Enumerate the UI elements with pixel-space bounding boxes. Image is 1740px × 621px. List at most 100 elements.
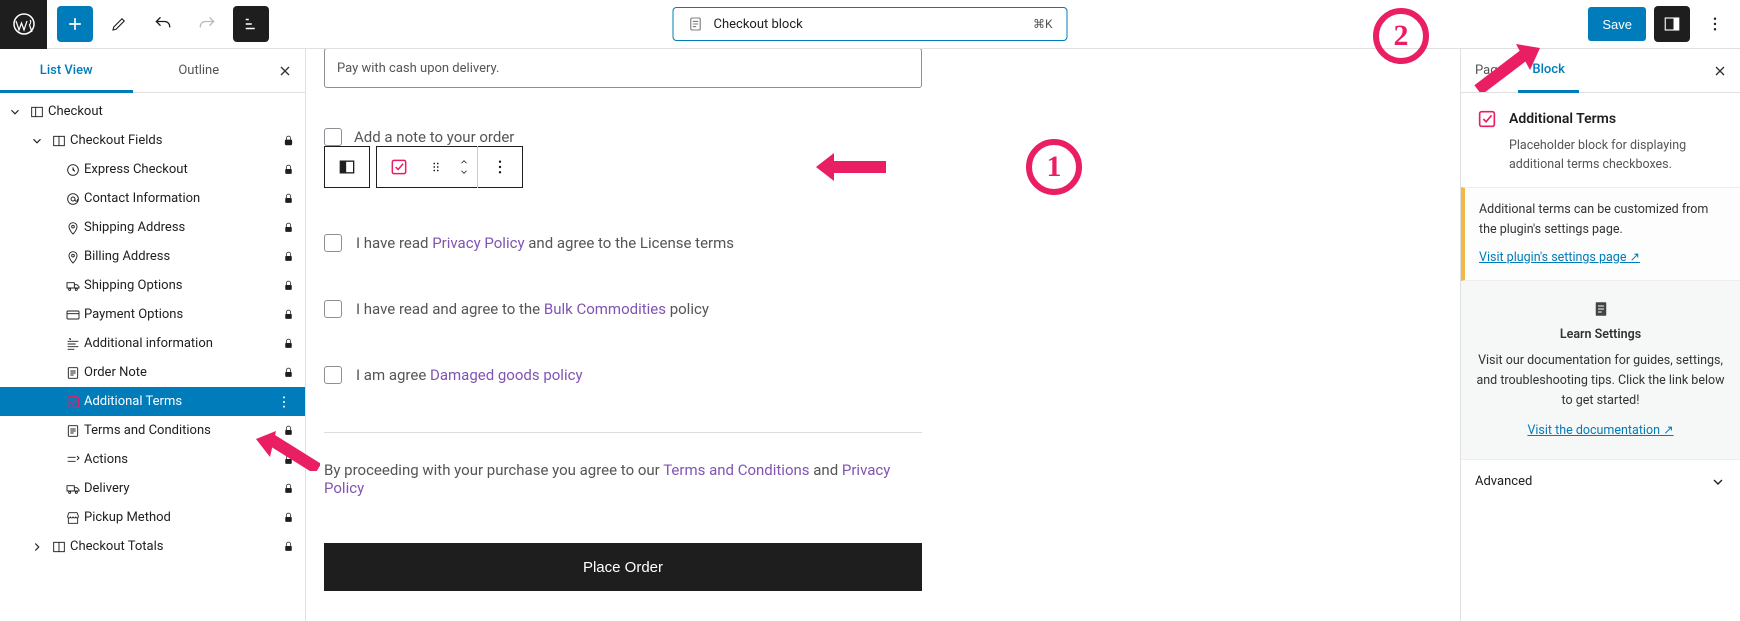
list-view-toggle[interactable] [233,6,269,42]
tab-page[interactable]: Page [1461,49,1518,93]
lock-icon [282,163,295,176]
wp-logo[interactable] [0,0,47,49]
lock-icon [282,511,295,524]
tree-item[interactable]: Shipping Options [0,271,305,300]
tab-block[interactable]: Block [1518,49,1578,93]
tree-item-additional-terms[interactable]: Additional Terms [0,387,305,416]
lock-icon [282,134,295,147]
tree-item[interactable]: Express Checkout [0,155,305,184]
document-title-bar[interactable]: Checkout block ⌘K [673,7,1068,41]
clock-icon [62,162,84,178]
tree-item[interactable]: Billing Address [0,242,305,271]
learn-link[interactable]: Visit the documentation ↗ [1527,423,1673,438]
move-buttons[interactable] [451,146,477,188]
annotation-arrow-1 [816,149,886,185]
tab-list-view[interactable]: List View [0,49,133,93]
close-list-view[interactable] [265,63,305,79]
block-type-icon[interactable] [377,146,421,188]
annotation-circle-1: 1 [1026,139,1082,195]
order-note-row[interactable]: Add a note to your order [324,128,1442,146]
tree-label: Terms and Conditions [84,423,282,438]
term-checkbox[interactable] [324,234,342,252]
tree-item[interactable]: Pickup Method [0,503,305,532]
term-checkbox[interactable] [324,366,342,384]
at-icon [62,191,84,207]
tree-item[interactable]: Order Note [0,358,305,387]
more-options-button[interactable] [1698,7,1732,41]
settings-panel-toggle[interactable] [1654,6,1690,42]
tree-label: Checkout Totals [70,539,282,554]
tree-item[interactable]: Payment Options [0,300,305,329]
block-toolbar [324,146,523,188]
tree-label: Billing Address [84,249,282,264]
chevron-down-icon [1710,474,1726,490]
tab-outline[interactable]: Outline [133,49,266,93]
note-icon [62,423,84,439]
term-link[interactable]: Bulk Commodities [544,300,666,318]
payment-description-input[interactable]: Pay with cash upon delivery. [324,49,922,88]
lock-icon [282,453,295,466]
close-settings[interactable] [1700,63,1740,79]
add-block-button[interactable] [57,6,93,42]
editor-topbar: Checkout block ⌘K Save [0,0,1740,49]
tree-checkout[interactable]: Checkout [0,97,305,126]
tree-item[interactable]: Actions [0,445,305,474]
left-panel-tabs: List View Outline [0,49,305,93]
order-note-checkbox[interactable] [324,128,342,146]
payment-description-text: Pay with cash upon delivery. [337,61,499,76]
save-button[interactable]: Save [1588,7,1646,41]
notice-link[interactable]: Visit plugin's settings page ↗ [1479,250,1640,265]
tree-item[interactable]: Additional information [0,329,305,358]
undo-button[interactable] [145,6,181,42]
block-description: Placeholder block for displaying additio… [1461,137,1740,187]
term-link[interactable]: Damaged goods policy [430,366,583,384]
order-note-label: Add a note to your order [354,128,514,146]
tree-checkout-fields[interactable]: Checkout Fields [0,126,305,155]
block-settings-panel: Page Block Additional Terms Placeholder … [1460,49,1740,621]
page-icon [688,16,704,32]
tree-item[interactable]: Terms and Conditions [0,416,305,445]
tree-label: Payment Options [84,307,282,322]
term-row: I have read Privacy Policy and agree to … [324,234,922,252]
drag-handle[interactable] [421,146,451,188]
right-panel-tabs: Page Block [1461,49,1740,93]
doc-icon [1475,299,1726,319]
term-checkbox[interactable] [324,300,342,318]
note-icon [62,365,84,381]
block-more-button[interactable] [478,146,522,188]
learn-settings-panel: Learn Settings Visit our documentation f… [1461,281,1740,460]
block-tree: Checkout Checkout Fields Express Checkou… [0,93,305,621]
lock-icon [282,192,295,205]
tree-checkout-totals[interactable]: Checkout Totals [0,532,305,561]
parent-block-button[interactable] [325,146,369,188]
tree-label: Shipping Address [84,220,282,235]
tc-link[interactable]: Terms and Conditions [663,461,809,479]
edit-tool-button[interactable] [101,6,137,42]
pin-icon [62,220,84,236]
advanced-panel-toggle[interactable]: Advanced [1461,460,1740,504]
term-link[interactable]: Privacy Policy [432,234,524,252]
tree-item[interactable]: Shipping Address [0,213,305,242]
column-icon [48,539,70,555]
block-card: Additional Terms [1461,93,1740,137]
term-row: I am agree Damaged goods policy [324,366,922,384]
layout-icon [26,104,48,120]
settings-notice: Additional terms can be customized from … [1461,187,1740,281]
tree-item[interactable]: Delivery [0,474,305,503]
command-shortcut: ⌘K [1033,17,1053,31]
place-order-button[interactable]: Place Order [324,543,922,591]
notice-text: Additional terms can be customized from … [1479,200,1726,240]
tree-item[interactable]: Contact Information [0,184,305,213]
divider [324,432,922,433]
tree-label: Checkout [48,104,295,119]
additional-terms-block[interactable]: I have read Privacy Policy and agree to … [324,234,922,384]
actions-icon [62,452,84,468]
term-text: I have read and agree to the Bulk Commod… [356,300,709,318]
workspace: List View Outline Checkout Checkout Fiel… [0,49,1740,621]
row-more-icon[interactable] [273,394,295,410]
truck-icon [62,278,84,294]
tree-label: Shipping Options [84,278,282,293]
advanced-label: Advanced [1475,474,1532,489]
lock-icon [282,308,295,321]
redo-button[interactable] [189,6,225,42]
